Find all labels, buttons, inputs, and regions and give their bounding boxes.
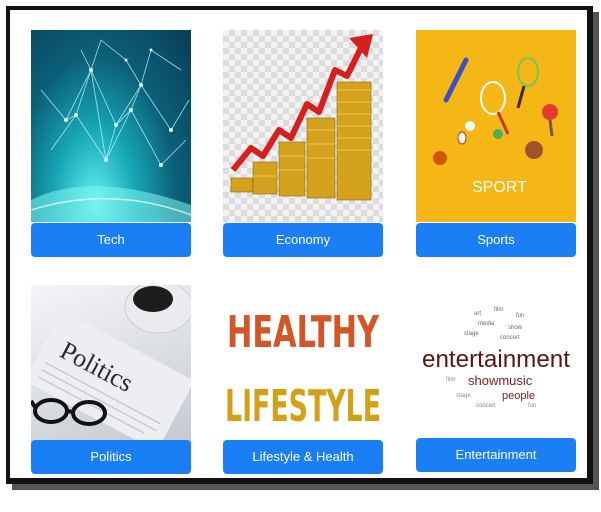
healthy-text-overlay: HEALTHY <box>227 307 380 358</box>
politics-button[interactable]: Politics <box>31 440 191 474</box>
lifestyle-text: LIFESTYLE <box>225 381 381 432</box>
economy-button-label: Economy <box>275 232 331 247</box>
svg-text:art: art <box>474 311 481 317</box>
frame-shadow-right <box>593 12 599 490</box>
tech-button-label: Tech <box>97 232 125 247</box>
category-card-entertainment[interactable]: art film fun media show stage concert enterta… <box>416 285 576 512</box>
entertainment-button[interactable]: Entertainment <box>416 438 576 472</box>
economy-button[interactable]: Economy <box>223 223 383 257</box>
newspaper-graphic: Politics <box>31 285 191 443</box>
entertainment-button-label: Entertainment <box>455 447 537 462</box>
showmusic-word: showmusic <box>468 373 533 388</box>
entertainment-word: entertainment <box>422 346 570 373</box>
svg-text:fun: fun <box>528 403 536 409</box>
people-word: people <box>502 390 535 402</box>
tech-button[interactable]: Tech <box>31 223 191 257</box>
sport-caption: SPORT <box>472 179 527 196</box>
politics-image: Politics <box>31 285 191 443</box>
svg-text:fun: fun <box>516 313 524 319</box>
sports-button[interactable]: Sports <box>416 223 576 257</box>
entertainment-image: art film fun media show stage concert enterta… <box>416 285 576 435</box>
network-graphic <box>31 39 191 222</box>
category-card-politics[interactable]: Politics Politics <box>31 285 191 512</box>
sports-button-label: Sports <box>477 232 515 247</box>
svg-text:show: show <box>508 325 523 331</box>
word-cloud-graphic: art film fun media show stage concert enterta… <box>422 307 570 409</box>
lifestyle-button[interactable]: Lifestyle & Health <box>223 440 383 474</box>
politics-button-label: Politics <box>90 449 132 464</box>
category-card-lifestyle[interactable]: HEALTHY HEALTHY LIFESTYLE Lifestyle & He… <box>223 285 383 512</box>
svg-text:concert: concert <box>500 335 520 341</box>
svg-text:film: film <box>494 307 503 313</box>
svg-text:stage: stage <box>464 331 479 337</box>
sports-image: SPORT <box>416 30 576 222</box>
category-card-tech[interactable]: Tech <box>31 30 191 257</box>
svg-text:stage: stage <box>456 393 471 399</box>
economy-image <box>223 30 383 222</box>
svg-text:media: media <box>478 321 495 327</box>
svg-text:film: film <box>446 377 455 383</box>
lifestyle-button-label: Lifestyle & Health <box>252 449 354 464</box>
coins-growth-graphic <box>230 34 373 201</box>
lifestyle-image: HEALTHY HEALTHY LIFESTYLE <box>223 285 383 443</box>
svg-text:concert: concert <box>476 403 496 409</box>
category-card-sports[interactable]: SPORT Sports <box>416 30 576 257</box>
category-card-economy[interactable]: Economy <box>223 30 383 257</box>
tech-image <box>31 30 191 222</box>
sports-equipment-graphic: SPORT <box>433 56 558 196</box>
healthy-lifestyle-graphic: HEALTHY HEALTHY LIFESTYLE <box>225 307 381 432</box>
